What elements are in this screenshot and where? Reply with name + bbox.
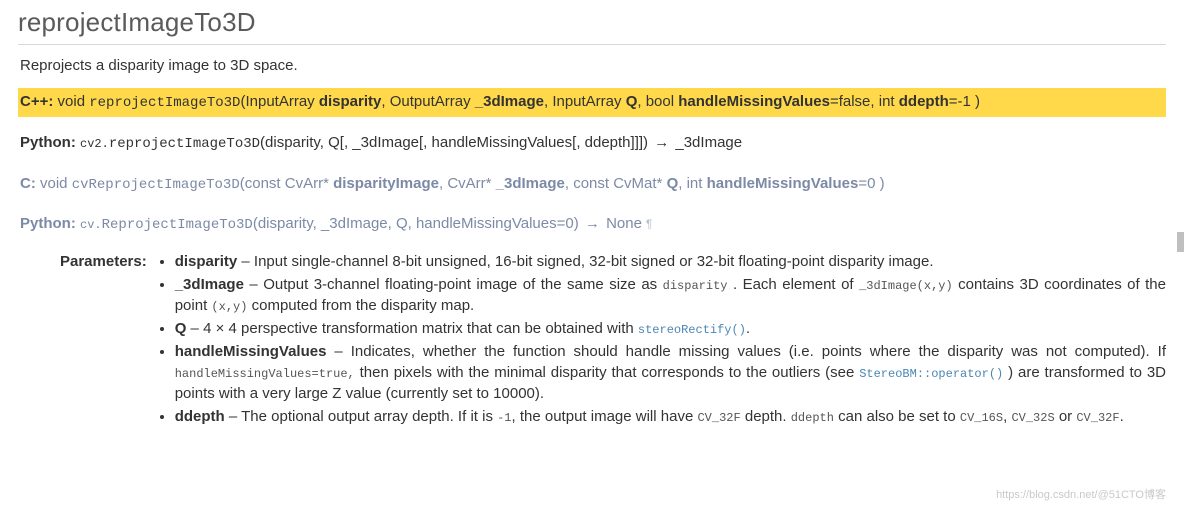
arg-name: handleMissingValues — [678, 93, 830, 110]
function-name: ReprojectImageTo3D — [102, 217, 253, 233]
signature-cpp: C++: void reprojectImageTo3D(InputArray … — [18, 88, 1166, 117]
arg-type: InputArray — [245, 93, 318, 110]
inline-code: CV_16S — [960, 411, 1003, 425]
param-item: handleMissingValues – Indicates, whether… — [175, 341, 1166, 404]
lang-label: C: — [20, 175, 36, 192]
paren-close: ) — [875, 175, 884, 192]
arg-name: handleMissingValues — [707, 175, 859, 192]
param-name: ddepth — [175, 408, 225, 425]
arg-type: const CvArr* — [245, 175, 333, 192]
inline-code: -1 — [497, 411, 511, 425]
param-name: disparity — [175, 253, 238, 270]
arg-name: _3dImage — [475, 93, 544, 110]
arg-type: InputArray — [552, 93, 625, 110]
inline-code: CV_32F — [697, 411, 740, 425]
args: (disparity, Q[, _3dImage[, handleMissing… — [260, 134, 648, 151]
param-name: handleMissingValues — [175, 343, 327, 360]
arg-type: OutputArray — [390, 93, 475, 110]
arg-type: const CvMat* — [573, 175, 666, 192]
arrow-icon: → — [652, 134, 671, 151]
doc-link[interactable]: StereoBM::operator() — [859, 367, 1003, 381]
inline-code: _3dImage(x,y) — [859, 279, 953, 293]
parameters-label: Parameters: — [60, 251, 153, 272]
param-name: Q — [175, 320, 187, 337]
inline-code: CV_32F — [1076, 411, 1119, 425]
arg-default: =-1 — [949, 93, 971, 110]
signature-c: C: void cvReprojectImageTo3D(const CvArr… — [18, 170, 1166, 199]
arg-name: Q — [667, 175, 679, 192]
parameters-block: Parameters: disparity – Input single-cha… — [60, 251, 1166, 429]
arg-type: CvArr* — [447, 175, 495, 192]
function-description: Reprojects a disparity image to 3D space… — [20, 55, 1166, 76]
doc-link[interactable]: stereoRectify() — [638, 323, 746, 337]
arg-type: bool — [646, 93, 679, 110]
param-item: _3dImage – Output 3-channel floating-poi… — [175, 274, 1166, 316]
inline-code: (x,y) — [211, 300, 247, 314]
inline-code: CV_32S — [1011, 411, 1054, 425]
param-item: Q – 4 × 4 perspective transformation mat… — [175, 318, 1166, 339]
arg-name: disparity — [319, 93, 382, 110]
module-name: cv. — [80, 218, 102, 232]
args: (disparity, _3dImage, Q, handleMissingVa… — [253, 215, 579, 232]
inline-code: handleMissingValues=true, — [175, 367, 355, 381]
paren-close: ) — [971, 93, 980, 110]
lang-label: Python: — [20, 215, 76, 232]
arg-type: int — [687, 175, 707, 192]
lang-label: Python: — [20, 134, 76, 151]
arrow-icon: → — [583, 215, 602, 232]
return-value: None — [606, 215, 642, 232]
inline-code: disparity — [663, 279, 728, 293]
function-title: reprojectImageTo3D — [18, 4, 1166, 40]
function-name: reprojectImageTo3D — [89, 95, 240, 111]
return-type: void — [58, 93, 86, 110]
parameters-list: disparity – Input single-channel 8-bit u… — [153, 251, 1166, 429]
lang-label: C++: — [20, 93, 53, 110]
arg-name: _3dImage — [496, 175, 565, 192]
arg-default: =0 — [858, 175, 875, 192]
pilcrow-icon[interactable]: ¶ — [642, 217, 652, 231]
inline-code: ddepth — [791, 411, 834, 425]
watermark: https://blog.csdn.net/@51CTO博客 — [996, 488, 1166, 503]
signature-python: Python: cv2.reprojectImageTo3D(disparity… — [18, 129, 1166, 158]
arg-default: =false — [830, 93, 870, 110]
arg-type: int — [879, 93, 899, 110]
function-name: reprojectImageTo3D — [109, 136, 260, 152]
divider — [18, 44, 1166, 45]
param-desc: – Input single-channel 8-bit unsigned, 1… — [237, 253, 933, 270]
signature-python-cv: Python: cv.ReprojectImageTo3D(disparity,… — [18, 210, 1166, 239]
param-name: _3dImage — [175, 276, 244, 293]
module-name: cv2. — [80, 137, 109, 151]
arg-name: Q — [626, 93, 638, 110]
function-name: cvReprojectImageTo3D — [72, 177, 240, 193]
scrollbar-indicator[interactable] — [1177, 232, 1184, 252]
param-item: disparity – Input single-channel 8-bit u… — [175, 251, 1166, 272]
arg-name: ddepth — [899, 93, 949, 110]
param-item: ddepth – The optional output array depth… — [175, 406, 1166, 427]
arg-name: disparityImage — [333, 175, 439, 192]
return-type: void — [40, 175, 68, 192]
return-value: _3dImage — [675, 134, 742, 151]
